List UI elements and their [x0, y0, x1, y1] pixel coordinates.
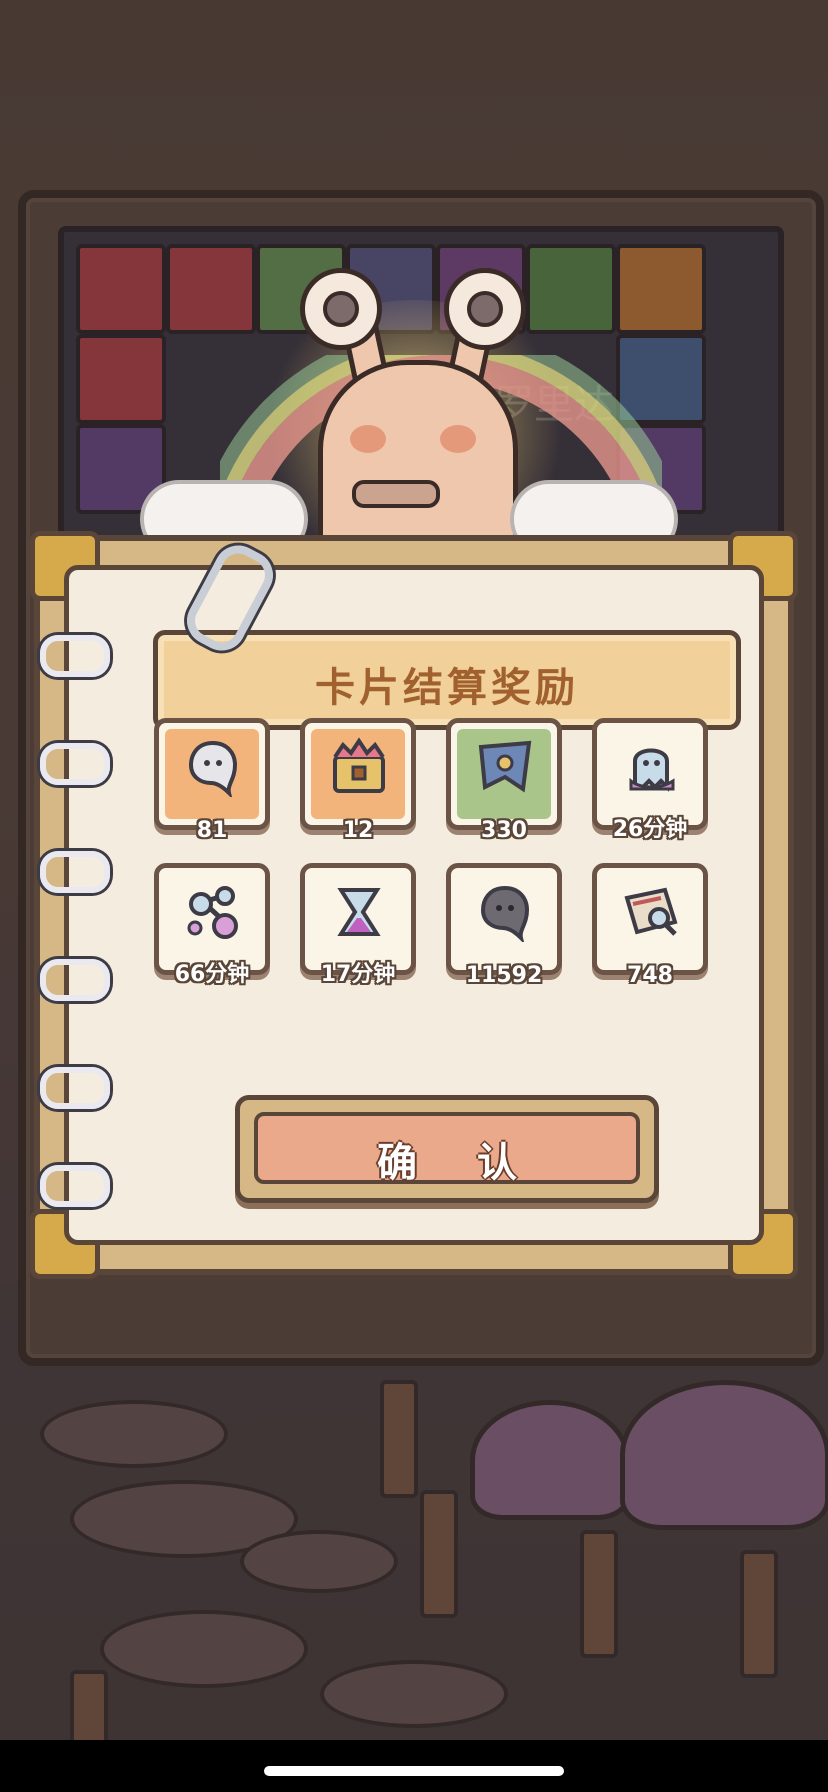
white-soul-icon	[188, 740, 238, 797]
reward-quantity: 17分钟	[320, 962, 396, 987]
hourglass-icon	[337, 888, 381, 936]
dialog-page: 卡片结算奖励 81 12 330 26分钟 66分钟 17分钟 11592 74…	[64, 565, 764, 1245]
system-home-bar	[0, 1740, 828, 1792]
reward-card[interactable]: 26分钟	[592, 718, 708, 842]
notebook-ring	[40, 959, 110, 1001]
reward-quantity: 11592	[465, 963, 543, 988]
snail-mouth	[352, 480, 440, 508]
notebook-ring	[40, 1165, 110, 1207]
reward-card[interactable]: 11592	[446, 863, 562, 988]
reward-card[interactable]: 330	[446, 718, 562, 843]
home-indicator[interactable]	[264, 1766, 564, 1776]
reward-card[interactable]: 66分钟	[154, 863, 270, 987]
pennant-flag-icon	[478, 740, 532, 793]
confirm-button[interactable]: 确认	[235, 1095, 659, 1203]
notebook-ring	[40, 851, 110, 893]
reward-quantity: 748	[627, 963, 673, 988]
flask-icon	[187, 886, 238, 939]
reward-dialog: 卡片结算奖励 81 12 330 26分钟 66分钟 17分钟 11592 74…	[30, 531, 798, 1279]
reward-quantity: 66分钟	[174, 962, 250, 987]
reward-grid: 81 12 330 26分钟 66分钟 17分钟 11592 748	[119, 678, 775, 1078]
reward-quantity: 26分钟	[612, 817, 688, 842]
reward-card[interactable]: 748	[592, 863, 708, 988]
notebook-ring	[40, 743, 110, 785]
reward-card[interactable]: 12	[300, 718, 416, 843]
snail-cheek	[440, 425, 476, 453]
snail-eye-icon	[444, 268, 526, 350]
ghost-icon	[629, 748, 675, 792]
snail-cheek	[350, 425, 386, 453]
reward-card[interactable]: 17分钟	[300, 863, 416, 987]
treasure-chest-icon	[333, 737, 385, 793]
reward-card[interactable]: 81	[154, 718, 270, 843]
magnifier-map-icon	[624, 887, 678, 936]
reward-quantity: 81	[196, 818, 228, 843]
notebook-ring	[40, 1067, 110, 1109]
dark-soul-icon	[480, 885, 530, 942]
reward-quantity: 330	[481, 818, 527, 843]
snail-eye-icon	[300, 268, 382, 350]
reward-quantity: 12	[342, 818, 374, 843]
confirm-button-label: 确认	[377, 1140, 577, 1186]
game-scene: 罗里达 卡片结算奖励	[0, 0, 828, 1792]
notebook-ring	[40, 635, 110, 677]
